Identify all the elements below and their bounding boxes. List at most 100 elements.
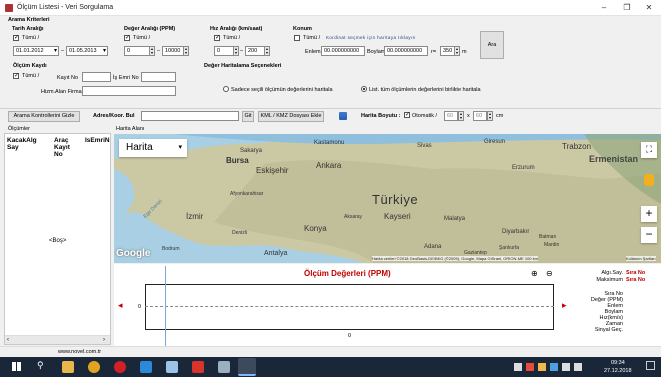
city-label: Adana: [424, 244, 442, 250]
record-all-checkbox[interactable]: ✓: [13, 73, 19, 79]
map-selected-radio[interactable]: [223, 86, 229, 92]
map-height-field[interactable]: 60: [473, 111, 487, 121]
chrome-icon[interactable]: [88, 361, 100, 373]
city-label: Ermenistan: [589, 154, 639, 164]
column-header-work-order[interactable]: IsEmriN: [85, 137, 110, 144]
chevron-down-icon: ▾: [178, 144, 182, 151]
info-value: Sıra No: [626, 277, 646, 283]
scroll-left-icon[interactable]: ‹: [7, 337, 9, 343]
city-label: Malatya: [444, 216, 466, 222]
value-max-stepper[interactable]: ▴ ▾: [183, 46, 189, 56]
search-button[interactable]: Ara: [480, 31, 504, 59]
speed-all-checkbox[interactable]: ✓: [214, 35, 220, 41]
city-label: Denizli: [232, 230, 248, 236]
date-all-checkbox[interactable]: ✓: [13, 35, 19, 41]
zoom-out-icon[interactable]: ⊖: [546, 269, 553, 278]
app-icon[interactable]: [218, 361, 230, 373]
map-width-stepper[interactable]: ▴ ▾: [458, 111, 464, 121]
app-icon[interactable]: [140, 361, 152, 373]
map-area[interactable]: Harita ▾ Sakarya Bursa Eskişehir Ankara …: [114, 134, 661, 263]
minimize-button[interactable]: –: [598, 3, 610, 12]
location-label: Konum: [293, 26, 312, 32]
close-button[interactable]: ✕: [643, 3, 655, 12]
tray-icons[interactable]: [514, 363, 582, 371]
location-all-checkbox[interactable]: [294, 35, 300, 41]
column-header-leak-count[interactable]: KacakAlg Say: [7, 137, 37, 151]
street-view-icon[interactable]: [644, 174, 654, 186]
auto-size-checkbox[interactable]: ✓: [404, 112, 410, 118]
separator: [0, 108, 661, 109]
graph-title: Ölçüm Değerleri (PPM): [304, 269, 391, 278]
app-icon[interactable]: [192, 361, 204, 373]
scroll-right-arrow-icon[interactable]: ▸: [562, 300, 567, 311]
speed-min-stepper[interactable]: ▴ ▾: [233, 46, 239, 56]
zoom-in-icon[interactable]: ⊕: [531, 269, 538, 278]
value-min-stepper[interactable]: ▴ ▾: [149, 46, 155, 56]
radius-field[interactable]: 350: [440, 46, 455, 56]
city-label: Afyonkarahisar: [230, 191, 264, 197]
map-all-radio[interactable]: [361, 86, 367, 92]
speed-separator: –: [240, 48, 244, 54]
horizontal-scrollbar[interactable]: ‹ ›: [5, 335, 110, 344]
google-logo: Google: [116, 248, 151, 259]
radius-stepper[interactable]: ▴ ▾: [454, 46, 460, 56]
city-label: İzmir: [186, 212, 204, 221]
speed-max-field[interactable]: 200: [245, 46, 265, 56]
active-app-icon[interactable]: [238, 358, 256, 376]
layer-icon[interactable]: [339, 112, 347, 120]
map-width-field[interactable]: 60: [444, 111, 458, 121]
measurements-list[interactable]: KacakAlg Say Araç Kayıt No IsEmriN <Boş>…: [4, 133, 111, 345]
value-min-field[interactable]: 0: [124, 46, 150, 56]
value-all-checkbox[interactable]: ✓: [124, 35, 130, 41]
scroll-left-arrow-icon[interactable]: ◂: [118, 300, 123, 311]
search-icon[interactable]: ⚲: [37, 360, 44, 371]
fullscreen-button[interactable]: ⛶: [641, 142, 657, 158]
maximize-button[interactable]: ❐: [621, 3, 633, 12]
city-label: Bursa: [226, 156, 249, 165]
search-criteria-title: Arama Kriterleri: [8, 17, 50, 23]
zoom-out-button[interactable]: −: [641, 227, 657, 243]
record-all-label: Tümü /: [22, 73, 40, 79]
farm-field[interactable]: [82, 86, 176, 96]
size-unit-label: cm: [496, 113, 504, 119]
country-label: Türkiye: [372, 192, 419, 207]
zoom-in-button[interactable]: +: [641, 206, 657, 222]
longitude-label: Boylam: [367, 49, 386, 55]
notification-icon[interactable]: [646, 361, 655, 370]
map-terms: Kullanım Şartları: [626, 256, 656, 261]
date-range-label: Tarih Aralığı: [12, 26, 44, 32]
latitude-field[interactable]: 00.000000000: [321, 46, 365, 56]
record-no-field[interactable]: [82, 72, 111, 82]
address-input[interactable]: [141, 111, 239, 121]
date-all-label: Tümü /: [22, 35, 40, 41]
record-no-label: Kayıt No: [57, 75, 79, 81]
city-label: Konya: [304, 224, 327, 233]
work-order-field[interactable]: [141, 72, 176, 82]
speed-max-stepper[interactable]: ▴ ▾: [264, 46, 270, 56]
opera-icon[interactable]: [114, 361, 126, 373]
windows-start-icon[interactable]: [12, 362, 21, 371]
taskview-icon[interactable]: [62, 361, 74, 373]
map-type-dropdown[interactable]: Harita ▾: [119, 139, 187, 157]
size-x-label: x: [467, 113, 470, 119]
map-height-stepper[interactable]: ▴ ▾: [487, 111, 493, 121]
go-button[interactable]: Git: [242, 111, 254, 122]
value-separator: –: [157, 48, 161, 54]
city-label: Bodrum: [162, 246, 180, 252]
longitude-field[interactable]: 00.000000000: [384, 46, 428, 56]
record-label: Ölçüm Kaydı: [13, 63, 47, 69]
date-from-field[interactable]: 01.01.2012: [13, 46, 59, 56]
city-label: Giresun: [484, 139, 506, 145]
app-icon[interactable]: [166, 361, 178, 373]
graph-plot[interactable]: [145, 284, 554, 330]
hide-search-controls-button[interactable]: Arama Kontrollerini Gizle: [8, 111, 80, 122]
value-max-field[interactable]: 10000: [162, 46, 184, 56]
city-label: Kayseri: [384, 212, 411, 221]
date-to-field[interactable]: 01.05.2013: [66, 46, 108, 56]
column-header-vehicle-record[interactable]: Araç Kayıt No: [54, 137, 78, 158]
measurements-title: Ölçümler: [8, 126, 31, 132]
map-selected-label: Sadece seçili ölçümün değerlerini harita…: [231, 87, 333, 93]
add-kml-button[interactable]: KML / KMZ Dosyası Ekle: [258, 111, 324, 122]
speed-min-field[interactable]: 0: [214, 46, 234, 56]
scroll-right-icon[interactable]: ›: [103, 337, 105, 343]
